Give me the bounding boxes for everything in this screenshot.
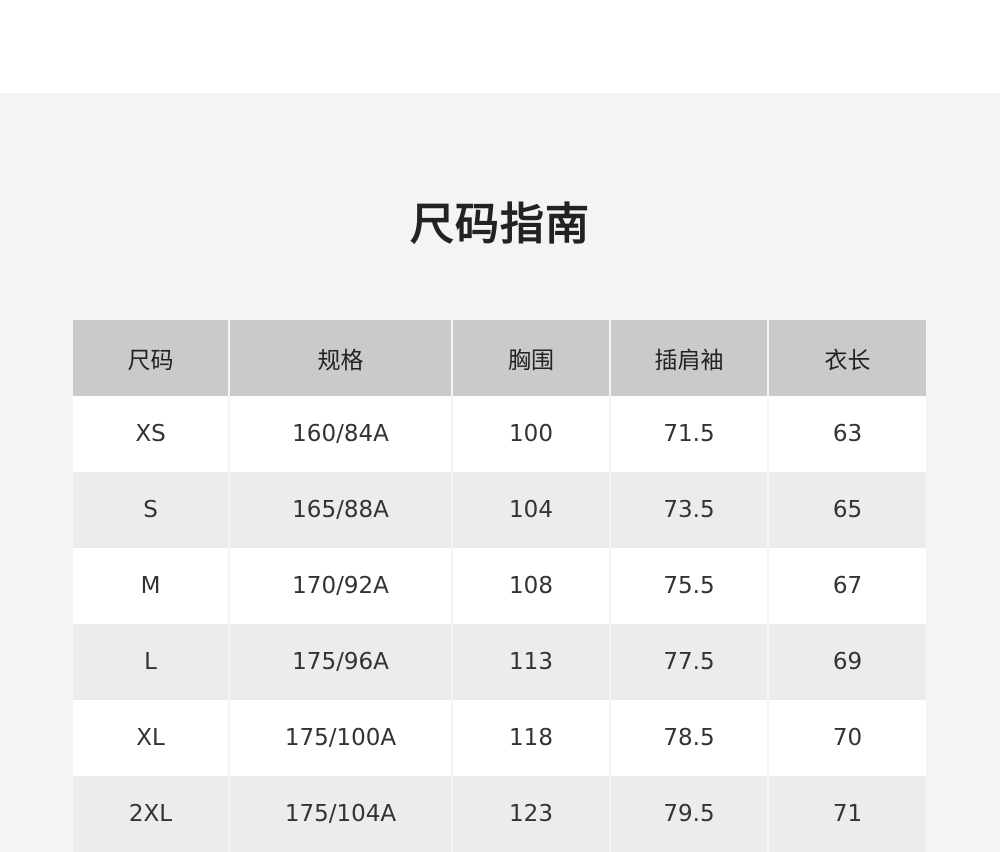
cell-length: 70 (767, 700, 926, 776)
cell-size: XL (136, 725, 165, 751)
header-raglan-sleeve: 插肩袖 (609, 320, 768, 396)
cell-chest: 118 (451, 700, 610, 776)
cell-chest: 113 (451, 624, 610, 700)
table-row: L 175/96A 113 77.5 69 (73, 624, 926, 700)
cell-spec: 175/100A (228, 700, 452, 776)
cell-spec: 170/92A (228, 548, 452, 624)
cell-chest: 100 (451, 396, 610, 472)
cell-raglan-sleeve: 77.5 (609, 624, 768, 700)
cell-length: 63 (767, 396, 926, 472)
size-table-body: XS 160/84A 100 71.5 63 S 165/88A 104 73.… (73, 396, 926, 852)
cell-size: L (144, 649, 157, 675)
cell-length: 67 (767, 548, 926, 624)
cell-spec: 175/104A (228, 776, 452, 852)
header-row: 尺码 规格 胸围 插肩袖 衣长 (73, 320, 926, 396)
header-length: 衣长 (767, 320, 926, 396)
cell-size: M (140, 573, 161, 599)
header-spec: 规格 (228, 320, 452, 396)
table-row: M 170/92A 108 75.5 67 (73, 548, 926, 624)
cell-spec: 160/84A (228, 396, 452, 472)
header-size: 尺码 (127, 348, 174, 374)
table-row: XL 175/100A 118 78.5 70 (73, 700, 926, 776)
top-blank-strip (0, 0, 1000, 93)
cell-spec: 165/88A (228, 472, 452, 548)
cell-size: S (143, 497, 158, 523)
cell-raglan-sleeve: 75.5 (609, 548, 768, 624)
cell-raglan-sleeve: 79.5 (609, 776, 768, 852)
table-row: 2XL 175/104A 123 79.5 71 (73, 776, 926, 852)
cell-size: 2XL (128, 801, 173, 827)
cell-length: 65 (767, 472, 926, 548)
cell-chest: 108 (451, 548, 610, 624)
cell-spec: 175/96A (228, 624, 452, 700)
cell-size: XS (135, 421, 166, 447)
table-row: S 165/88A 104 73.5 65 (73, 472, 926, 548)
cell-raglan-sleeve: 71.5 (609, 396, 768, 472)
table-row: XS 160/84A 100 71.5 63 (73, 396, 926, 472)
page-title: 尺码指南 (410, 199, 590, 250)
cell-chest: 104 (451, 472, 610, 548)
cell-length: 69 (767, 624, 926, 700)
cell-raglan-sleeve: 73.5 (609, 472, 768, 548)
size-table-header: 尺码 规格 胸围 插肩袖 衣长 (73, 320, 926, 396)
size-table: 尺码 规格 胸围 插肩袖 衣长 XS 160/84A 100 71.5 63 S… (73, 320, 926, 852)
header-chest: 胸围 (451, 320, 610, 396)
cell-length: 71 (767, 776, 926, 852)
cell-raglan-sleeve: 78.5 (609, 700, 768, 776)
cell-chest: 123 (451, 776, 610, 852)
